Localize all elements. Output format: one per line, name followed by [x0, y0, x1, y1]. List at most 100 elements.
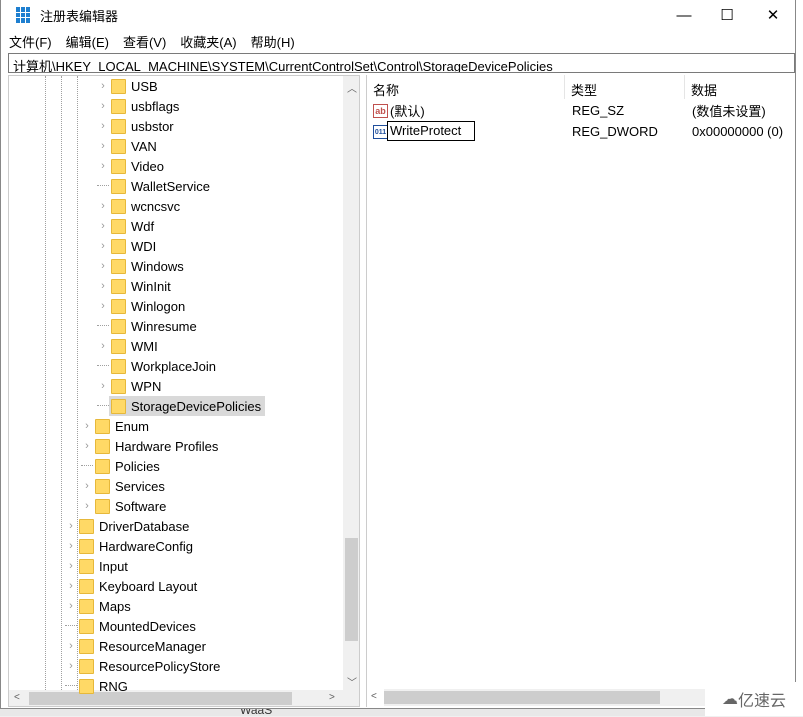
expand-chevron-icon[interactable]: › — [97, 260, 109, 272]
expand-chevron-icon[interactable]: › — [81, 480, 93, 492]
tree-item[interactable]: › usbflags — [97, 96, 179, 116]
expand-chevron-icon[interactable]: › — [65, 560, 77, 572]
expand-chevron-icon[interactable]: › — [65, 520, 77, 532]
column-type[interactable]: 类型 — [565, 75, 685, 99]
tree-item-label: DriverDatabase — [99, 518, 190, 534]
folder-icon — [79, 518, 94, 534]
tree-item[interactable]: › usbstor — [97, 116, 174, 136]
list-horizontal-scroll-thumb[interactable] — [384, 691, 660, 704]
column-name[interactable]: 名称 — [367, 75, 565, 99]
expand-chevron-icon[interactable]: › — [97, 280, 109, 292]
expand-chevron-icon[interactable]: › — [97, 300, 109, 312]
menu-favorites[interactable]: 收藏夹(A) — [180, 32, 236, 51]
expand-chevron-icon[interactable]: › — [65, 640, 77, 652]
tree-item[interactable]: › WPN — [97, 376, 161, 396]
menu-help[interactable]: 帮助(H) — [251, 32, 295, 51]
tree-item-label: Winlogon — [131, 298, 186, 314]
tree-horizontal-scrollbar[interactable]: < > — [9, 690, 359, 706]
tree-item[interactable]: › Windows — [97, 256, 184, 276]
tree-item[interactable]: › VAN — [97, 136, 157, 156]
minimize-button[interactable]: — — [661, 0, 707, 30]
menu-view[interactable]: 查看(V) — [123, 32, 166, 51]
tree-item-label: ResourceManager — [99, 638, 206, 654]
expand-chevron-icon[interactable]: › — [81, 420, 93, 432]
expand-chevron-icon[interactable]: › — [97, 240, 109, 252]
list-scroll-left-icon[interactable]: < — [371, 691, 377, 702]
menu-file[interactable]: 文件(F) — [9, 32, 52, 51]
expand-chevron-icon[interactable]: › — [97, 380, 109, 392]
tree-item-label: Wdf — [131, 218, 155, 234]
regedit-app-icon — [16, 7, 32, 23]
tree-item[interactable]: › WMI — [97, 336, 158, 356]
expand-chevron-icon[interactable]: › — [65, 600, 77, 612]
tree-item-label: Policies — [115, 458, 160, 474]
tree-item[interactable]: › HardwareConfig — [65, 536, 193, 556]
expand-chevron-icon[interactable]: › — [65, 540, 77, 552]
tree-item[interactable]: › WinInit — [97, 276, 171, 296]
expand-chevron-icon[interactable]: › — [65, 660, 77, 672]
tree-item[interactable]: StorageDevicePolicies — [97, 396, 266, 416]
tree-item-label: StorageDevicePolicies — [131, 398, 262, 414]
menu-edit[interactable]: 编辑(E) — [66, 32, 109, 51]
expand-chevron-icon[interactable]: › — [97, 160, 109, 172]
tree-item[interactable]: › Input — [65, 556, 128, 576]
close-button[interactable]: ✕ — [750, 0, 796, 30]
rename-input[interactable]: WriteProtect — [387, 121, 475, 141]
expand-chevron-icon[interactable]: › — [97, 100, 109, 112]
tree-item[interactable]: › Enum — [81, 416, 149, 436]
tree-item[interactable]: MountedDevices — [65, 616, 196, 636]
tree-item[interactable]: WalletService — [97, 176, 210, 196]
scroll-right-icon[interactable]: > — [329, 692, 335, 703]
tree-item[interactable]: › Winlogon — [97, 296, 185, 316]
tree-vertical-scrollbar[interactable]: ︿ ﹀ — [343, 76, 359, 690]
folder-icon — [95, 418, 110, 434]
tree-item[interactable]: WorkplaceJoin — [97, 356, 216, 376]
tree-item[interactable]: › Wdf — [97, 216, 154, 236]
folder-icon — [79, 538, 94, 554]
address-bar[interactable]: 计算机\HKEY_LOCAL_MACHINE\SYSTEM\CurrentCon… — [8, 53, 795, 73]
value-row[interactable]: 011 WriteProtect REG_DWORD 0x00000000 (0… — [367, 121, 796, 142]
tree-item[interactable]: Winresume — [97, 316, 197, 336]
tree-item[interactable]: › WDI — [97, 236, 156, 256]
expand-chevron-icon[interactable]: › — [97, 140, 109, 152]
tree-item[interactable]: › ResourceManager — [65, 636, 206, 656]
tree-item-label: Software — [115, 498, 167, 514]
tree-vertical-scroll-thumb[interactable] — [345, 538, 358, 641]
value-data: 0x00000000 (0) — [692, 124, 784, 139]
value-row[interactable]: ab (默认) REG_SZ (数值未设置) — [367, 100, 796, 121]
tree-item[interactable]: Policies — [81, 456, 160, 476]
expand-chevron-icon[interactable]: › — [97, 220, 109, 232]
tree-item-label: RNG — [99, 678, 128, 694]
tree-item[interactable]: › wcncsvc — [97, 196, 180, 216]
expand-chevron-icon[interactable]: › — [97, 120, 109, 132]
tree-item-label: Hardware Profiles — [115, 438, 219, 454]
expand-chevron-icon[interactable]: › — [65, 580, 77, 592]
folder-icon — [111, 78, 126, 94]
tree-item-label: Input — [99, 558, 128, 574]
tree-connector — [97, 176, 109, 186]
value-data: (数值未设置) — [692, 104, 766, 119]
tree-item[interactable]: › Hardware Profiles — [81, 436, 218, 456]
tree-item[interactable]: › USB — [97, 76, 158, 96]
expand-chevron-icon[interactable]: › — [81, 500, 93, 512]
scroll-down-icon[interactable]: ﹀ — [347, 674, 357, 689]
scroll-up-icon[interactable]: ︿ — [347, 80, 357, 95]
expand-chevron-icon[interactable]: › — [81, 440, 93, 452]
tree-item[interactable]: › Keyboard Layout — [65, 576, 197, 596]
folder-icon — [111, 278, 126, 294]
tree-item[interactable]: › Software — [81, 496, 166, 516]
maximize-button[interactable]: ☐ — [704, 0, 750, 30]
tree-item[interactable]: RNG — [65, 676, 128, 696]
expand-chevron-icon[interactable]: › — [97, 80, 109, 92]
tree-item[interactable]: › Services — [81, 476, 165, 496]
column-data[interactable]: 数据 — [685, 75, 796, 99]
tree-item[interactable]: › Maps — [65, 596, 131, 616]
tree-item[interactable]: › Video — [97, 156, 164, 176]
tree-item[interactable]: › DriverDatabase — [65, 516, 189, 536]
expand-chevron-icon[interactable]: › — [97, 340, 109, 352]
tree-connector — [81, 456, 93, 466]
background-window — [0, 708, 803, 716]
tree-item[interactable]: › ResourcePolicyStore — [65, 656, 220, 676]
scroll-left-icon[interactable]: < — [14, 692, 20, 703]
expand-chevron-icon[interactable]: › — [97, 200, 109, 212]
